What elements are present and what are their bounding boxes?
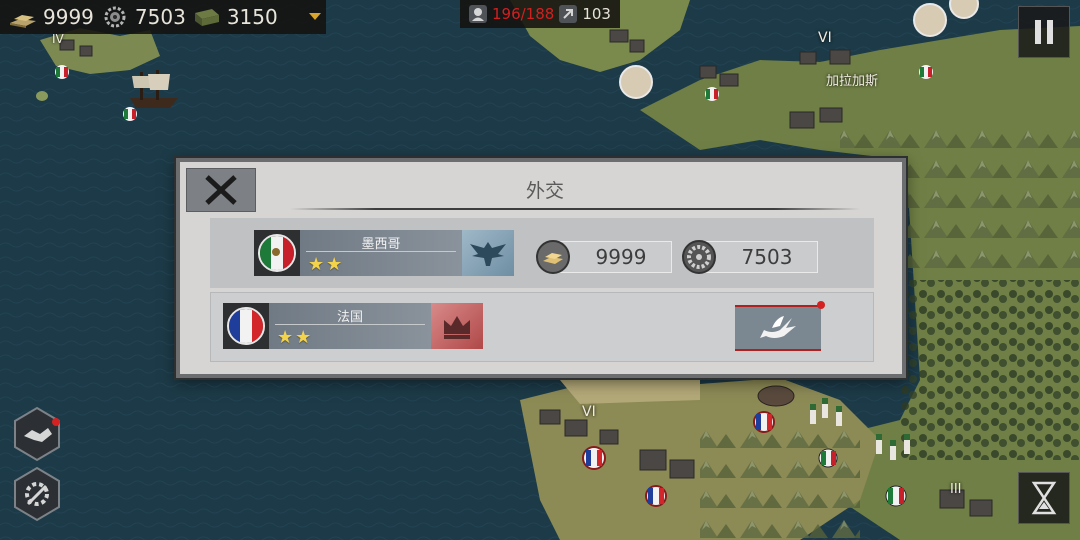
player-nation-name: 墨西哥 bbox=[361, 237, 401, 252]
player-industry-value: 7503 bbox=[741, 245, 793, 269]
player-nation-info: 墨西哥 ★★ bbox=[300, 230, 462, 276]
pause-icon bbox=[1035, 20, 1053, 44]
player-gold-value: 9999 bbox=[595, 245, 647, 269]
gold-value: 9999 bbox=[43, 5, 94, 29]
player-industry-box: 7503 bbox=[682, 240, 818, 274]
hourglass-icon bbox=[1031, 481, 1057, 515]
industry-value: 7503 bbox=[134, 5, 186, 29]
crown-emblem-icon bbox=[431, 303, 483, 349]
player-nation-row: 墨西哥 ★★ 9999 7503 bbox=[210, 218, 874, 288]
settings-button[interactable] bbox=[12, 466, 62, 526]
gold-bars-icon bbox=[10, 15, 36, 28]
eagle-emblem-icon bbox=[462, 230, 514, 276]
other-nation-row: 法国 ★★ bbox=[210, 292, 874, 362]
player-gold-box: 9999 bbox=[536, 240, 672, 274]
end-turn-button[interactable] bbox=[1018, 472, 1070, 524]
diplomacy-handshake-button[interactable] bbox=[12, 406, 62, 466]
army-count: 196/188 bbox=[492, 5, 555, 23]
city-level-badge: VI bbox=[582, 404, 596, 420]
notification-dot bbox=[52, 418, 60, 426]
gold-coin-icon bbox=[535, 239, 571, 275]
city-level-badge: VI bbox=[818, 30, 832, 46]
mexico-flag-icon bbox=[254, 230, 300, 276]
city-name-label: 加拉加斯 bbox=[826, 74, 879, 89]
supply-icon bbox=[559, 5, 578, 23]
city-level-badge: IV bbox=[52, 32, 64, 46]
pause-button[interactable] bbox=[1018, 6, 1070, 58]
supplies-icon bbox=[194, 9, 219, 26]
army-helmet-icon bbox=[469, 5, 487, 23]
notification-dot bbox=[817, 301, 825, 309]
player-nation-card: 墨西哥 ★★ bbox=[254, 230, 514, 276]
other-nation-name: 法国 bbox=[336, 310, 363, 325]
other-nation-card[interactable]: 法国 ★★ bbox=[223, 303, 483, 349]
food-resource: 3150 bbox=[192, 5, 278, 29]
army-bar: 196/188 103 bbox=[460, 0, 620, 28]
diplomacy-dialog: 外交 墨西哥 ★★ 9999 7503 法国 ★★ bbox=[176, 158, 906, 378]
other-nation-info: 法国 ★★ bbox=[269, 303, 431, 349]
chevron-down-icon bbox=[309, 13, 321, 20]
france-flag-icon bbox=[223, 303, 269, 349]
dialog-title: 外交 bbox=[525, 180, 564, 202]
supply-count: 103 bbox=[582, 5, 611, 23]
gear-coin-icon bbox=[681, 239, 717, 275]
peace-proposal-button[interactable] bbox=[735, 305, 821, 351]
peace-dove-icon bbox=[760, 316, 796, 338]
handshake-icon bbox=[14, 406, 60, 462]
player-nation-stars: ★★ bbox=[308, 254, 345, 275]
food-value: 3150 bbox=[226, 5, 278, 29]
title-divider bbox=[290, 208, 860, 210]
resource-bar: 9999 7503 3150 bbox=[0, 0, 326, 34]
wrench-gear-icon bbox=[14, 466, 60, 522]
industry-resource: 7503 bbox=[100, 5, 186, 29]
gold-resource: 9999 bbox=[8, 5, 94, 29]
other-nation-stars: ★★ bbox=[277, 327, 314, 348]
city-level-badge: III bbox=[950, 482, 962, 497]
resource-dropdown-button[interactable] bbox=[304, 0, 326, 34]
gear-icon bbox=[104, 6, 126, 28]
